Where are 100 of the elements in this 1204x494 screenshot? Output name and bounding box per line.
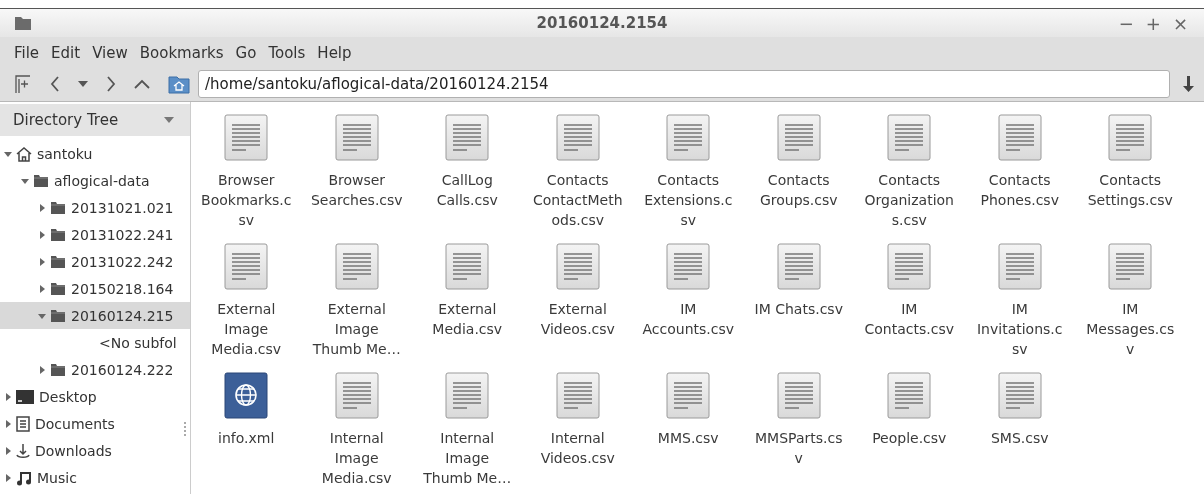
text-file-icon[interactable] xyxy=(1108,114,1153,162)
collapsed-arrow-icon[interactable] xyxy=(4,473,12,482)
text-file-icon[interactable] xyxy=(445,243,490,291)
desktop-icon xyxy=(16,389,34,404)
text-file-icon[interactable] xyxy=(776,372,821,420)
file-name[interactable]: IM Accounts.csv xyxy=(642,299,734,339)
file-name[interactable]: Contacts Extensions.c sv xyxy=(644,170,733,230)
location-field[interactable]: /home/santoku/aflogical-data/20160124.2154 xyxy=(198,70,1170,98)
text-file-icon[interactable] xyxy=(555,243,600,291)
menu-item[interactable]: Edit xyxy=(45,42,87,64)
text-file-icon[interactable] xyxy=(666,372,711,420)
text-file-icon[interactable] xyxy=(1108,243,1153,291)
tree-item-label[interactable]: 20160124.215 xyxy=(71,307,174,324)
text-file-icon[interactable] xyxy=(555,114,600,162)
file-name[interactable]: Browser Bookmarks.c sv xyxy=(201,170,292,230)
caret-icon[interactable] xyxy=(78,81,88,87)
file-name[interactable]: Contacts Phones.csv xyxy=(980,170,1059,210)
forward-icon[interactable] xyxy=(106,76,116,92)
menu-item[interactable]: File xyxy=(8,42,46,64)
text-file-icon[interactable] xyxy=(997,114,1042,162)
file-name[interactable]: Contacts Settings.csv xyxy=(1087,170,1173,210)
text-file-icon[interactable] xyxy=(997,372,1042,420)
menu-item[interactable]: View xyxy=(86,42,134,64)
splitter-handle[interactable] xyxy=(184,422,189,436)
text-file-icon[interactable] xyxy=(555,372,600,420)
text-file-icon[interactable] xyxy=(334,372,379,420)
caret-icon[interactable] xyxy=(164,117,174,123)
back-icon[interactable] xyxy=(50,76,60,92)
menu-item[interactable]: Bookmarks xyxy=(133,42,230,64)
file-name[interactable]: MMS.csv xyxy=(657,428,719,448)
tree-item-label[interactable]: aflogical-data xyxy=(54,172,150,189)
tree-item-highlight[interactable]: 20160124.215 xyxy=(0,302,190,329)
sidebar-header[interactable]: Directory Tree xyxy=(0,104,190,136)
collapsed-arrow-icon[interactable] xyxy=(38,365,46,374)
collapsed-arrow-icon[interactable] xyxy=(4,446,12,455)
text-file-icon[interactable] xyxy=(224,243,269,291)
collapsed-arrow-icon[interactable] xyxy=(4,419,12,428)
file-name[interactable]: Contacts Organization s.csv xyxy=(864,170,954,230)
text-file-icon[interactable] xyxy=(997,243,1042,291)
tree-item-label[interactable]: Desktop xyxy=(39,388,97,405)
expanded-arrow-icon[interactable] xyxy=(4,149,12,158)
file-name[interactable]: Browser Searches.csv xyxy=(310,170,403,210)
maximize-button[interactable]: + xyxy=(1143,12,1163,34)
tree-item-label[interactable]: 20160124.222 xyxy=(71,361,174,378)
file-name[interactable]: External Image Media.csv xyxy=(211,299,282,359)
file-name[interactable]: Contacts Groups.csv xyxy=(759,170,838,210)
tree-item-label[interactable]: 20131021.021 xyxy=(71,199,174,216)
text-file-icon[interactable] xyxy=(887,243,932,291)
menu-item[interactable]: Go xyxy=(229,42,263,64)
collapsed-arrow-icon[interactable] xyxy=(38,284,46,293)
text-file-icon[interactable] xyxy=(224,114,269,162)
file-name[interactable]: Internal Image Thumb Me… xyxy=(423,428,512,488)
file-name[interactable]: IM Invitations.c sv xyxy=(977,299,1063,359)
text-file-icon[interactable] xyxy=(776,114,821,162)
file-name[interactable]: Internal Videos.csv xyxy=(540,428,615,468)
text-file-icon[interactable] xyxy=(334,114,379,162)
collapsed-arrow-icon[interactable] xyxy=(38,257,46,266)
home-folder-icon[interactable] xyxy=(168,74,190,94)
tree-item-label[interactable]: santoku xyxy=(37,145,93,162)
file-name[interactable]: IM Contacts.csv xyxy=(864,299,954,339)
file-name[interactable]: Internal Image Media.csv xyxy=(321,428,392,488)
tree-item-label[interactable]: 20150218.164 xyxy=(71,280,174,297)
file-name[interactable]: Contacts ContactMeth ods.csv xyxy=(533,170,623,230)
collapsed-arrow-icon[interactable] xyxy=(38,230,46,239)
file-name[interactable]: External Image Thumb Me… xyxy=(312,299,401,359)
file-name[interactable]: People.csv xyxy=(872,428,947,448)
file-name[interactable]: SMS.csv xyxy=(990,428,1049,448)
text-file-icon[interactable] xyxy=(887,114,932,162)
close-button[interactable]: × xyxy=(1170,12,1190,34)
text-file-icon[interactable] xyxy=(445,372,490,420)
text-file-icon[interactable] xyxy=(776,243,821,291)
file-name[interactable]: info.xml xyxy=(218,428,275,448)
expanded-arrow-icon[interactable] xyxy=(38,311,46,320)
file-name[interactable]: IM Messages.cs v xyxy=(1086,299,1175,359)
up-icon[interactable] xyxy=(134,79,150,89)
text-file-icon[interactable] xyxy=(666,114,711,162)
minimize-button[interactable]: − xyxy=(1116,12,1136,34)
globe-file-icon[interactable] xyxy=(224,372,269,420)
file-name[interactable]: External Videos.csv xyxy=(540,299,615,339)
collapsed-arrow-icon[interactable] xyxy=(4,392,12,401)
tree-item-label[interactable]: 20131022.242 xyxy=(71,253,174,270)
file-name[interactable]: IM Chats.csv xyxy=(754,299,843,319)
tree-item-label[interactable]: Music xyxy=(37,469,77,486)
tree-item-label[interactable]: Documents xyxy=(35,415,115,432)
expanded-arrow-icon[interactable] xyxy=(21,176,29,185)
menu-item[interactable]: Help xyxy=(311,42,358,64)
tree-item-label[interactable]: Downloads xyxy=(35,442,112,459)
file-name[interactable]: CallLog Calls.csv xyxy=(436,170,498,210)
tree-item-label[interactable]: 20131022.241 xyxy=(71,226,174,243)
collapsed-arrow-icon[interactable] xyxy=(38,203,46,212)
tree-item-label[interactable]: <No subfol xyxy=(67,334,177,351)
text-file-icon[interactable] xyxy=(334,243,379,291)
text-file-icon[interactable] xyxy=(666,243,711,291)
go-icon[interactable] xyxy=(1182,74,1196,94)
text-file-icon[interactable] xyxy=(887,372,932,420)
file-name[interactable]: MMSParts.cs v xyxy=(755,428,843,468)
file-name[interactable]: External Media.csv xyxy=(432,299,503,339)
text-file-icon[interactable] xyxy=(445,114,490,162)
new-tab-icon[interactable] xyxy=(14,74,32,94)
menu-item[interactable]: Tools xyxy=(262,42,312,64)
